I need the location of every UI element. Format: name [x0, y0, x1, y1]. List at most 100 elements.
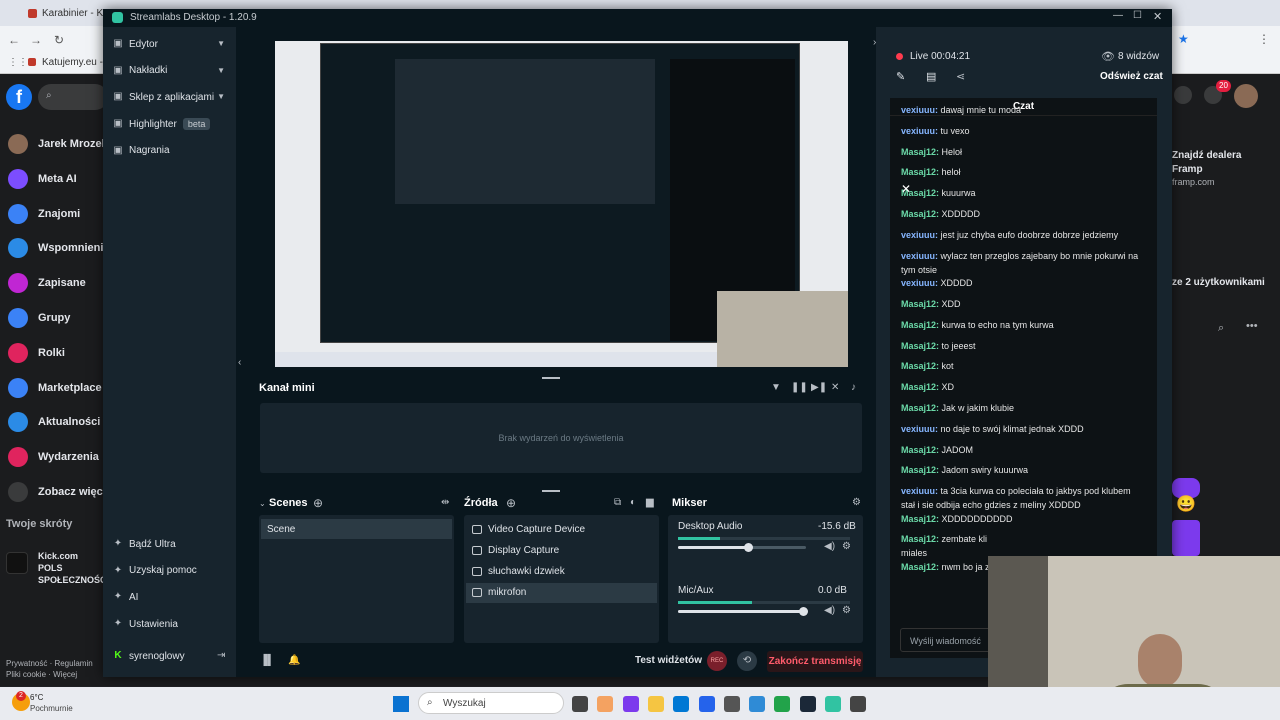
- chat-username[interactable]: Masaj12: [901, 209, 936, 219]
- browser-tab[interactable]: Karabinier - Katu: [22, 4, 108, 24]
- source-visibility-icon[interactable]: ◐: [630, 497, 636, 508]
- collapse-left-icon[interactable]: ‹: [238, 357, 241, 368]
- source-item[interactable]: słuchawki dzwiek: [466, 562, 657, 582]
- back-icon[interactable]: ←: [8, 33, 20, 47]
- profile-avatar[interactable]: [1234, 84, 1258, 108]
- transition-icon[interactable]: ⇹: [441, 497, 449, 508]
- chat-username[interactable]: vexiuuu: [901, 251, 935, 261]
- more-options-icon[interactable]: •••: [1246, 320, 1258, 332]
- chat-username[interactable]: Masaj12: [901, 147, 936, 157]
- resize-handle[interactable]: [542, 490, 560, 492]
- nav-item-editor[interactable]: ▣ Edytor ▼: [113, 34, 231, 54]
- nav-item-settings[interactable]: ✦ Ustawienia: [113, 614, 231, 634]
- record-button[interactable]: REC: [707, 651, 727, 671]
- folder-icon[interactable]: [647, 696, 664, 712]
- chat-username[interactable]: vexiuuu: [901, 278, 935, 288]
- logout-icon[interactable]: ⇥: [217, 650, 225, 661]
- steam-icon[interactable]: [799, 696, 816, 712]
- skip-icon[interactable]: ▶❚: [811, 382, 827, 393]
- share-icon[interactable]: ⋖: [956, 70, 965, 83]
- close-overlay-icon[interactable]: ✕: [901, 182, 911, 196]
- facebook-nav-item[interactable]: Znajomi: [8, 199, 80, 229]
- forward-icon[interactable]: →: [30, 33, 42, 47]
- stream-preview[interactable]: [275, 41, 848, 367]
- facebook-nav-item[interactable]: Wspomnienia: [8, 233, 110, 263]
- facebook-nav-item[interactable]: Rolki: [8, 338, 65, 368]
- chat-username[interactable]: vexiuuu: [901, 105, 935, 115]
- nav-item-ai[interactable]: ✦ AI: [113, 587, 231, 607]
- minimize-icon[interactable]: —: [1113, 10, 1123, 21]
- end-stream-button[interactable]: Zakończ transmisję: [767, 651, 863, 672]
- facebook-nav-item[interactable]: Aktualności: [8, 407, 100, 437]
- ad-title[interactable]: Znajdź dealera: [1172, 150, 1241, 161]
- search-icon[interactable]: ⌕: [1218, 322, 1224, 335]
- source-item[interactable]: mikrofon: [466, 582, 657, 603]
- task-view-icon[interactable]: [572, 696, 588, 712]
- volume-slider[interactable]: [678, 543, 806, 552]
- user-profile[interactable]: K syrenoglowy ⇥: [113, 646, 231, 666]
- chat-username[interactable]: vexiuuu: [901, 424, 935, 434]
- reload-icon[interactable]: ↻: [54, 33, 64, 47]
- alerts-bell-icon[interactable]: 🔔: [288, 655, 300, 666]
- facebook-footer[interactable]: Prywatność · Regulamin Pliki cookie · Wi…: [6, 658, 102, 680]
- mute-icon[interactable]: ◀): [824, 541, 835, 552]
- add-source-icon[interactable]: ⊕: [506, 496, 516, 510]
- source-group-icon[interactable]: ⧉: [614, 497, 621, 508]
- chrome-alt-icon[interactable]: [749, 696, 766, 712]
- facebook-nav-item[interactable]: Grupy: [8, 303, 70, 333]
- facebook-nav-item[interactable]: Zapisane: [8, 268, 86, 298]
- source-item[interactable]: Display Capture: [466, 540, 657, 560]
- chat-username[interactable]: Masaj12: [901, 361, 936, 371]
- channel-settings-icon[interactable]: ⚙: [842, 541, 851, 552]
- test-widgets-button[interactable]: Test widżetów: [635, 655, 702, 666]
- pause-icon[interactable]: ❚❚: [791, 382, 808, 393]
- chevron-down-icon[interactable]: ▼: [217, 39, 225, 48]
- chat-username[interactable]: Masaj12: [901, 320, 936, 330]
- facebook-nav-item[interactable]: Zobacz więcej: [8, 477, 112, 507]
- nav-item-help[interactable]: ✦ Uzyskaj pomoc: [113, 561, 231, 581]
- chat-username[interactable]: Masaj12: [901, 382, 936, 392]
- volume-slider-thumb[interactable]: [744, 543, 754, 552]
- streamlabs-taskbar-icon[interactable]: [825, 696, 841, 712]
- facebook-nav-item[interactable]: Marketplace: [8, 373, 102, 403]
- bookmark-star-icon[interactable]: ★: [1178, 32, 1189, 46]
- store-icon[interactable]: [698, 696, 715, 712]
- chat-username[interactable]: vexiuuu: [901, 126, 935, 136]
- nav-item-recordings[interactable]: ▣ Nagrania: [113, 141, 231, 161]
- nav-item-highlighter[interactable]: ▣ Highlighter beta: [113, 114, 231, 134]
- channel-settings-icon[interactable]: ⚙: [842, 605, 851, 616]
- filter-icon[interactable]: ▼: [771, 382, 781, 393]
- apps-icon[interactable]: ⋮⋮: [8, 57, 28, 68]
- mute-icon[interactable]: ◀): [824, 605, 835, 616]
- folder-icon[interactable]: ▆: [646, 497, 654, 508]
- close-icon[interactable]: ✕: [1153, 10, 1162, 23]
- replay-buffer-icon[interactable]: ⟲: [737, 651, 757, 671]
- shortcut-item[interactable]: Kick.com POLS SPOŁECZNOŚĆ: [38, 550, 107, 586]
- edit-icon[interactable]: ✎: [896, 70, 905, 83]
- chat-username[interactable]: vexiuuu: [901, 230, 935, 240]
- photos-icon[interactable]: [723, 696, 740, 712]
- maximize-icon[interactable]: ☐: [1133, 10, 1142, 21]
- obs-icon[interactable]: [850, 696, 867, 712]
- chat-username[interactable]: Masaj12: [901, 465, 936, 475]
- messenger-icon[interactable]: [1174, 86, 1192, 104]
- collapse-right-icon[interactable]: ›: [873, 37, 876, 48]
- nav-item-overlays[interactable]: ▣ Nakładki ▼: [113, 61, 231, 81]
- taskbar-search[interactable]: ⌕ Wyszukaj: [418, 692, 564, 714]
- facebook-logo-icon[interactable]: f: [6, 84, 32, 110]
- browser-menu-icon[interactable]: ⋮: [1258, 32, 1270, 46]
- facebook-nav-item[interactable]: Jarek Mrozek: [8, 129, 108, 159]
- source-item[interactable]: Video Capture Device: [466, 519, 657, 539]
- edge-icon[interactable]: [673, 696, 690, 712]
- stats-icon[interactable]: ▐▌: [260, 655, 274, 666]
- chat-username[interactable]: Masaj12: [901, 167, 936, 177]
- nav-item-app-store[interactable]: ▣ Sklep z aplikacjami ▼: [113, 87, 231, 107]
- chat-username[interactable]: Masaj12: [901, 403, 936, 413]
- mute-alerts-icon[interactable]: ✕: [831, 382, 839, 393]
- chat-username[interactable]: Masaj12: [901, 514, 936, 524]
- scene-item[interactable]: Scene: [261, 519, 452, 539]
- chat-username[interactable]: Masaj12: [901, 445, 936, 455]
- chat-username[interactable]: Masaj12: [901, 534, 936, 544]
- nav-item-ultra[interactable]: ✦ Bądź Ultra: [113, 534, 231, 554]
- facebook-nav-item[interactable]: Wydarzenia: [8, 442, 99, 472]
